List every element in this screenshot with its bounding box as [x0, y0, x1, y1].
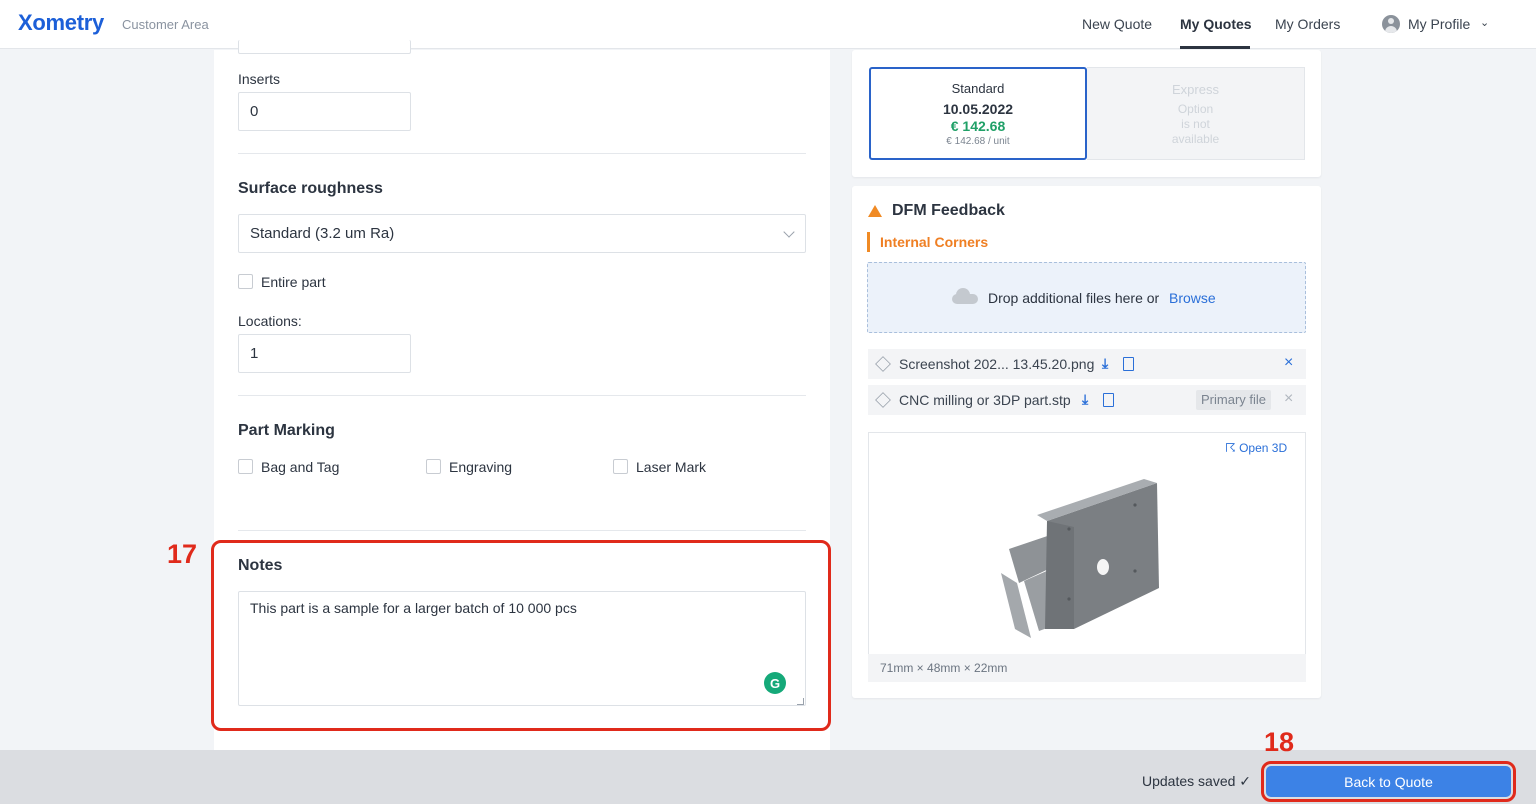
- surface-roughness-value: Standard (3.2 um Ra): [250, 225, 395, 242]
- file-type-icon: [875, 392, 891, 408]
- open-3d-label: Open 3D: [1239, 441, 1288, 455]
- locations-input[interactable]: 1: [238, 334, 411, 373]
- download-icon[interactable]: ⤓: [1102, 355, 1108, 372]
- standard-delivery-option[interactable]: Standard 10.05.2022 € 142.68 € 142.68 / …: [869, 67, 1087, 160]
- divider: [238, 395, 806, 396]
- standard-title: Standard: [951, 81, 1005, 96]
- primary-file-badge: Primary file: [1196, 390, 1272, 410]
- entire-part-checkbox[interactable]: [238, 274, 253, 289]
- divider: [238, 530, 806, 531]
- file-type-icon: [875, 356, 891, 372]
- file-name: Screenshot 202... 13.45.20.png: [899, 356, 1095, 372]
- warning-icon: [868, 205, 882, 217]
- annotation-number-18: 18: [1264, 727, 1295, 757]
- express-title: Express: [1172, 82, 1219, 97]
- customer-area-label: Customer Area: [122, 17, 209, 32]
- cloud-upload-icon: [952, 288, 978, 304]
- remove-file-icon: ×: [1284, 390, 1294, 407]
- laser-mark-checkbox[interactable]: [613, 459, 628, 474]
- preview-icon[interactable]: [1103, 393, 1114, 407]
- divider: [238, 153, 806, 154]
- dfm-feedback-title: DFM Feedback: [892, 202, 1005, 219]
- preview-icon[interactable]: [1123, 357, 1134, 371]
- express-text: is not: [1181, 117, 1210, 131]
- open-3d-link[interactable]: ☈ Open 3D: [1225, 441, 1287, 455]
- annotation-number-17: 17: [167, 539, 198, 569]
- internal-corners-label[interactable]: Internal Corners: [880, 234, 988, 250]
- browse-link[interactable]: Browse: [1169, 290, 1216, 306]
- part-marking-title: Part Marking: [238, 422, 335, 439]
- chevron-down-icon[interactable]: ⌄: [1480, 16, 1489, 29]
- 3d-preview[interactable]: [868, 432, 1306, 682]
- top-bar: Xometry Customer Area New Quote My Quote…: [0, 0, 1536, 49]
- standard-price: € 142.68: [950, 118, 1006, 134]
- file-row: Screenshot 202... 13.45.20.png ⤓ ×: [868, 349, 1306, 379]
- download-icon[interactable]: ⤓: [1082, 391, 1088, 408]
- remove-file-icon[interactable]: ×: [1284, 354, 1293, 372]
- part-render: [1001, 479, 1159, 638]
- active-tab-underline: [1180, 46, 1250, 49]
- drop-files-text: Drop additional files here or: [988, 290, 1160, 306]
- express-text: available: [1171, 132, 1220, 146]
- laser-mark-label: Laser Mark: [636, 459, 707, 475]
- part-dimensions: 71mm × 48mm × 22mm: [880, 661, 1008, 675]
- chevron-down-icon: [783, 226, 795, 238]
- issue-marker: [867, 232, 870, 252]
- standard-date: 10.05.2022: [942, 101, 1014, 117]
- inserts-label: Inserts: [238, 71, 281, 87]
- inserts-input[interactable]: 0: [238, 92, 411, 131]
- nav-my-orders[interactable]: My Orders: [1275, 16, 1340, 32]
- back-annotation-box: [1261, 761, 1516, 802]
- engraving-label: Engraving: [449, 459, 513, 475]
- updates-saved-status: Updates saved ✓: [1142, 773, 1252, 789]
- nav-my-quotes[interactable]: My Quotes: [1180, 16, 1252, 32]
- bag-and-tag-label: Bag and Tag: [261, 459, 340, 475]
- locations-label: Locations:: [238, 313, 302, 329]
- nav-my-profile[interactable]: My Profile: [1408, 16, 1470, 32]
- engraving-checkbox[interactable]: [426, 459, 441, 474]
- nav-new-quote[interactable]: New Quote: [1082, 16, 1152, 32]
- surface-roughness-title: Surface roughness: [238, 180, 383, 197]
- file-row: CNC milling or 3DP part.stp ⤓ Primary fi…: [868, 385, 1306, 415]
- entire-part-label: Entire part: [261, 274, 326, 290]
- surface-roughness-select[interactable]: Standard (3.2 um Ra): [238, 214, 806, 253]
- express-delivery-option: Express Option is not available: [1087, 67, 1305, 160]
- previous-input[interactable]: [238, 40, 411, 54]
- standard-unit-price: € 142.68 / unit: [946, 136, 1010, 147]
- bag-and-tag-checkbox[interactable]: [238, 459, 253, 474]
- express-text: Option: [1177, 102, 1214, 116]
- notes-annotation-box: [211, 540, 831, 731]
- user-avatar-icon[interactable]: [1382, 15, 1400, 33]
- file-name: CNC milling or 3DP part.stp: [899, 392, 1071, 408]
- xometry-logo[interactable]: Xometry: [18, 10, 104, 36]
